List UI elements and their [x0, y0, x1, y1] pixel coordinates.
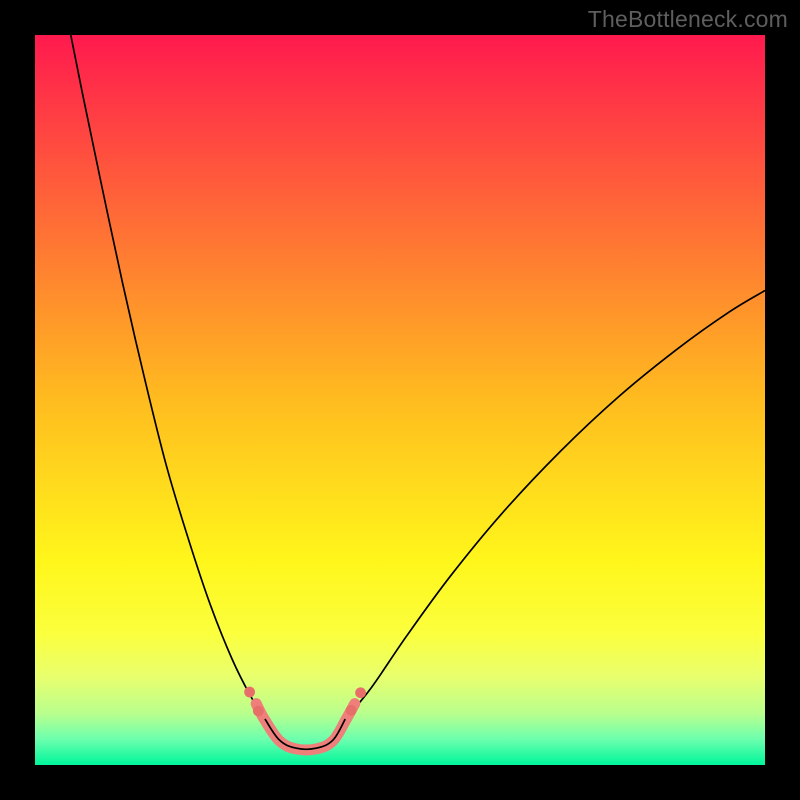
marker-dot-2 [346, 705, 357, 716]
chart-svg [35, 35, 765, 765]
plot-area [35, 35, 765, 765]
chart-frame: TheBottleneck.com [0, 0, 800, 800]
marker-dot-3 [355, 687, 366, 698]
watermark-text: TheBottleneck.com [588, 6, 788, 33]
chart-background [35, 35, 765, 765]
marker-dot-0 [244, 687, 255, 698]
marker-dot-1 [253, 706, 264, 717]
